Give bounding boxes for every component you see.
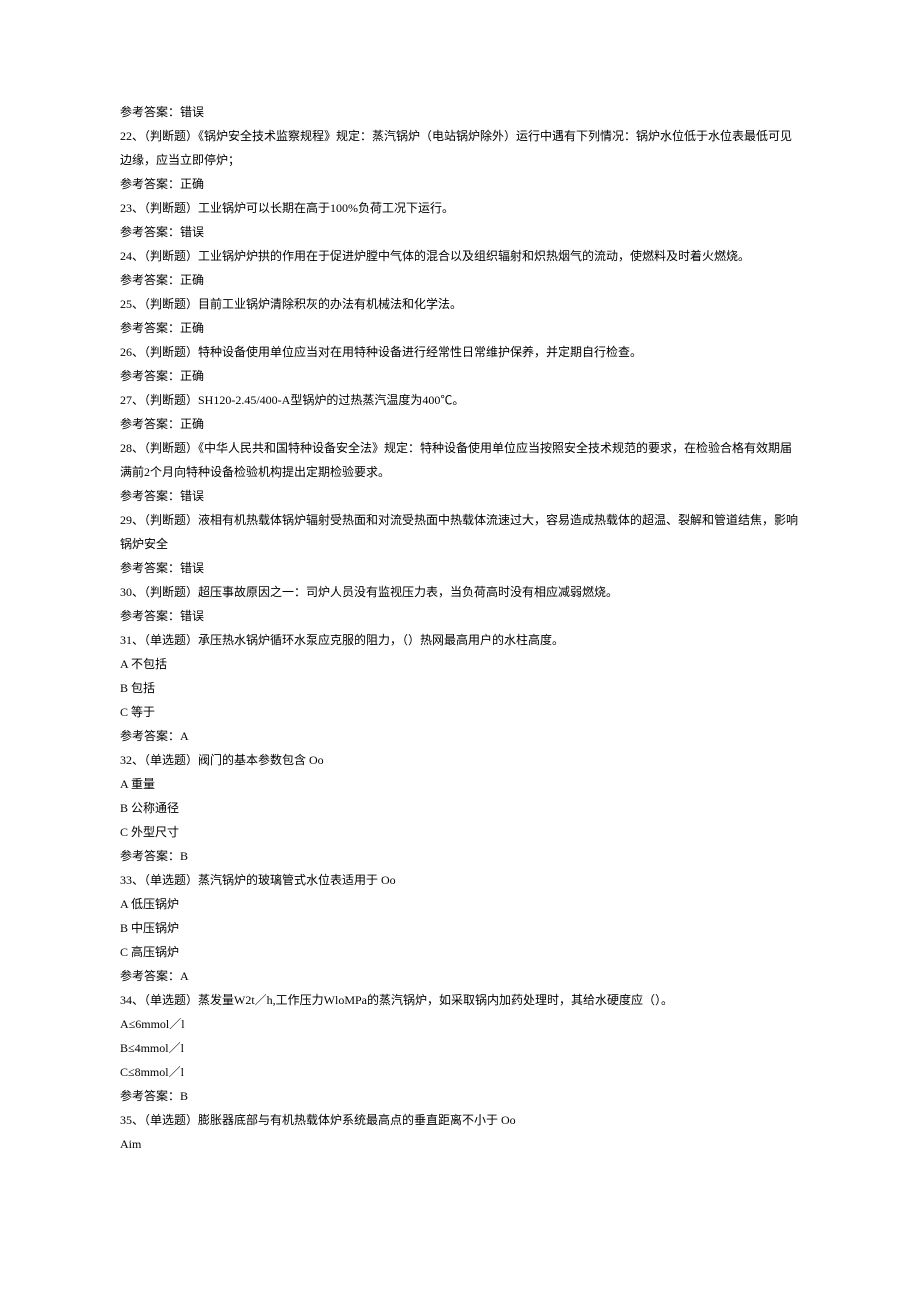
- text-line: 29、（判断题）液相有机热载体锅炉辐射受热面和对流受热面中热载体流速过大，容易造…: [120, 508, 800, 556]
- text-line: 24、（判断题）工业锅炉炉拱的作用在于促进炉膛中气体的混合以及组织辐射和炽热烟气…: [120, 244, 800, 268]
- text-line: 参考答案：正确: [120, 268, 800, 292]
- text-line: 31、（单选题）承压热水锅炉循环水泵应克服的阻力，（）热网最高用户的水柱高度。: [120, 628, 800, 652]
- text-line: Aim: [120, 1132, 800, 1156]
- text-line: 参考答案：正确: [120, 172, 800, 196]
- text-line: A 不包括: [120, 652, 800, 676]
- text-line: 参考答案：错误: [120, 220, 800, 244]
- text-line: B 公称通径: [120, 796, 800, 820]
- text-line: 参考答案：正确: [120, 364, 800, 388]
- text-line: 35、（单选题）膨胀器底部与有机热载体炉系统最高点的垂直距离不小于 Oo: [120, 1108, 800, 1132]
- text-line: 22、（判断题）《锅炉安全技术监察规程》规定：蒸汽锅炉（电站锅炉除外）运行中遇有…: [120, 124, 800, 172]
- text-line: C 等于: [120, 700, 800, 724]
- text-line: 参考答案：B: [120, 1084, 800, 1108]
- text-line: 参考答案：A: [120, 724, 800, 748]
- text-line: A 重量: [120, 772, 800, 796]
- text-line: 参考答案：B: [120, 844, 800, 868]
- text-line: 33、（单选题）蒸汽锅炉的玻璃管式水位表适用于 Oo: [120, 868, 800, 892]
- text-line: A≤6mmol／l: [120, 1012, 800, 1036]
- text-line: 26、（判断题）特种设备使用单位应当对在用特种设备进行经常性日常维护保养，并定期…: [120, 340, 800, 364]
- text-line: 参考答案：错误: [120, 100, 800, 124]
- text-line: 27、（判断题）SH120-2.45/400-A型锅炉的过热蒸汽温度为400℃。: [120, 388, 800, 412]
- text-line: 参考答案：错误: [120, 484, 800, 508]
- text-line: 34、（单选题）蒸发量W2t／h,工作压力WloMPa的蒸汽锅炉，如采取锅内加药…: [120, 988, 800, 1012]
- text-line: B 中压锅炉: [120, 916, 800, 940]
- text-line: 参考答案：正确: [120, 412, 800, 436]
- text-line: 参考答案：错误: [120, 604, 800, 628]
- text-line: 参考答案：错误: [120, 556, 800, 580]
- text-line: 参考答案：正确: [120, 316, 800, 340]
- text-line: 参考答案：A: [120, 964, 800, 988]
- text-line: 30、（判断题）超压事故原因之一：司炉人员没有监视压力表，当负荷高时没有相应减弱…: [120, 580, 800, 604]
- text-line: 23、（判断题）工业锅炉可以长期在高于100%负荷工况下运行。: [120, 196, 800, 220]
- text-line: 28、（判断题）《中华人民共和国特种设备安全法》规定：特种设备使用单位应当按照安…: [120, 436, 800, 484]
- text-line: C≤8mmol／l: [120, 1060, 800, 1084]
- text-line: B≤4mmol／l: [120, 1036, 800, 1060]
- text-line: B 包括: [120, 676, 800, 700]
- text-line: A 低压锅炉: [120, 892, 800, 916]
- text-line: C 外型尺寸: [120, 820, 800, 844]
- text-line: 25、（判断题）目前工业锅炉清除积灰的办法有机械法和化学法。: [120, 292, 800, 316]
- text-line: C 高压锅炉: [120, 940, 800, 964]
- text-line: 32、（单选题）阀门的基本参数包含 Oo: [120, 748, 800, 772]
- document-content: 参考答案：错误 22、（判断题）《锅炉安全技术监察规程》规定：蒸汽锅炉（电站锅炉…: [120, 100, 800, 1156]
